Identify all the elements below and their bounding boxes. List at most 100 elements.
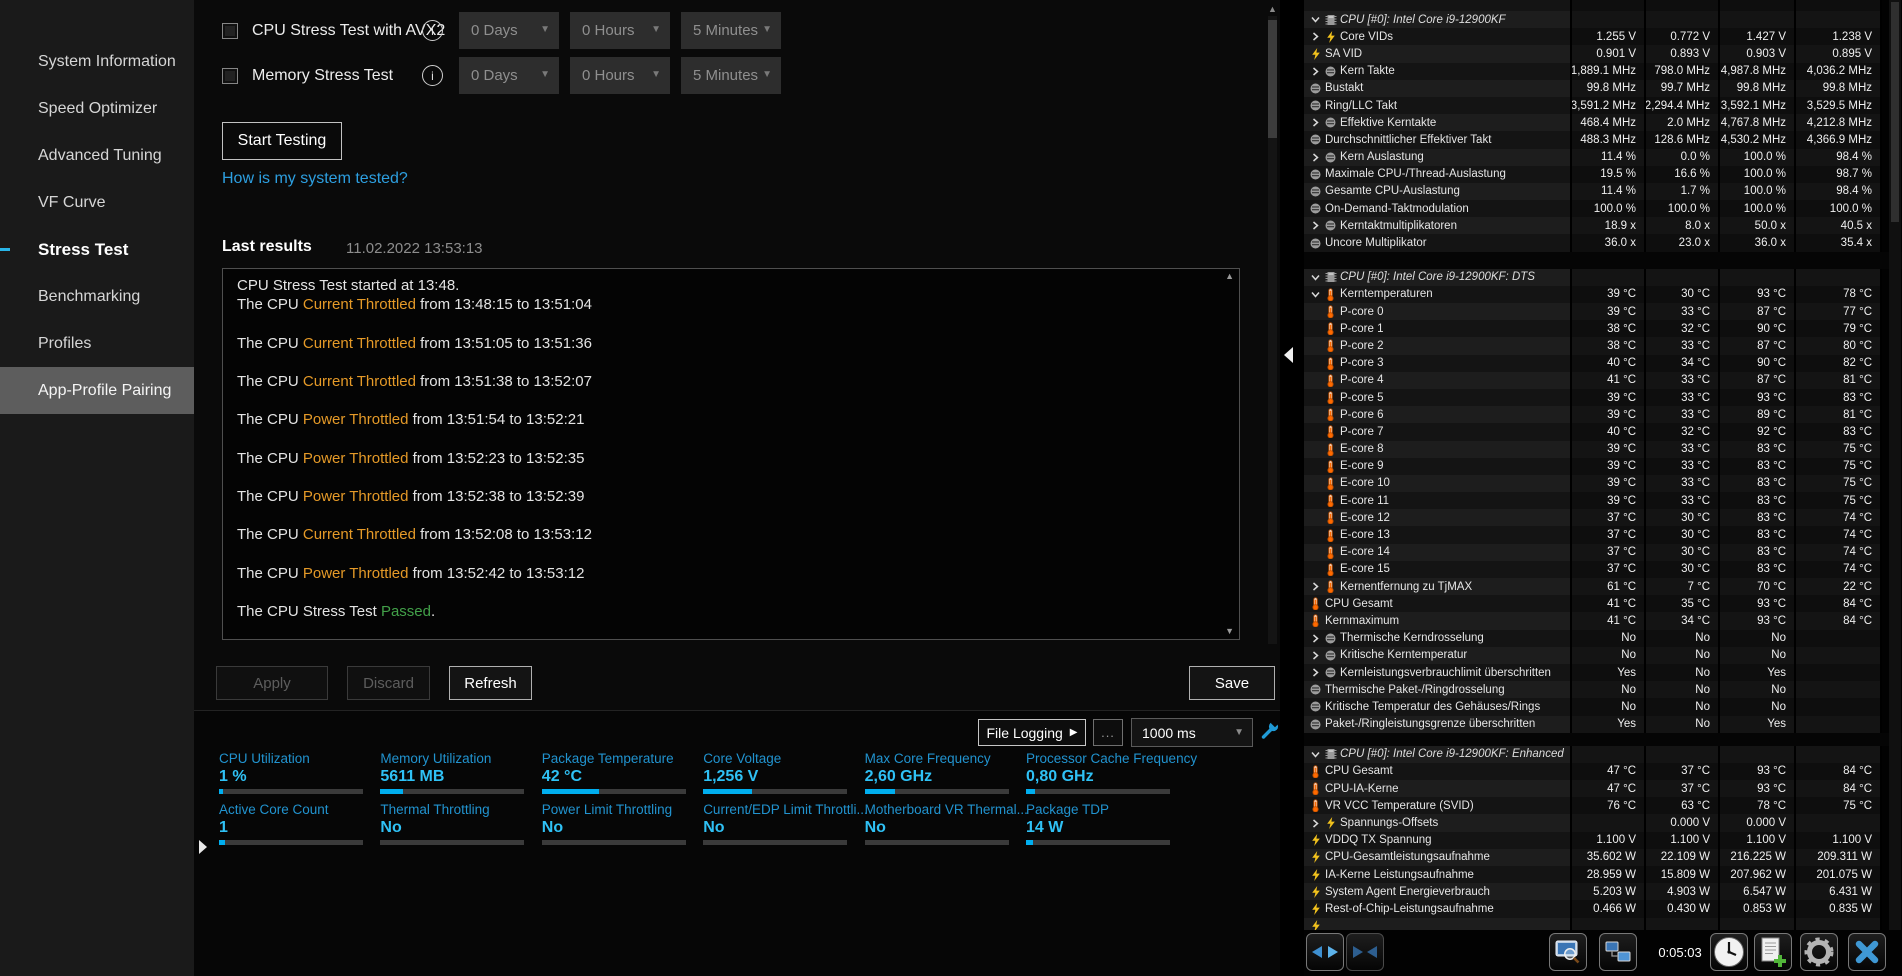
sensor-row[interactable]: E-core 939 °C33 °C83 °C75 °C	[1304, 458, 1902, 475]
sidebar-item-vf-curve[interactable]: VF Curve	[0, 179, 194, 226]
chevron-slot[interactable]	[1308, 274, 1323, 281]
sensor-row[interactable]: On-Demand-Taktmodulation100.0 %100.0 %10…	[1304, 200, 1902, 217]
chevron-slot[interactable]	[1308, 153, 1323, 162]
sensor-row[interactable]: Kernentfernung zu TjMAX61 °C7 °C70 °C22 …	[1304, 578, 1902, 595]
sensor-row[interactable]: Kern Takte1,889.1 MHz798.0 MHz4,987.8 MH…	[1304, 63, 1902, 80]
sidebar-item-advanced-tuning[interactable]: Advanced Tuning	[0, 132, 194, 179]
sensor-row[interactable]: E-core 1437 °C30 °C83 °C74 °C	[1304, 544, 1902, 561]
sensor-row[interactable]	[1304, 918, 1902, 930]
sensor-row[interactable]: Kern Auslastung11.4 %0.0 %100.0 %98.4 %	[1304, 149, 1902, 166]
chevron-slot[interactable]	[1308, 221, 1323, 230]
remote-monitoring-button[interactable]	[1599, 933, 1637, 971]
hours-select[interactable]: 0 Hours▼	[570, 12, 670, 49]
sensor-row[interactable]: CPU Gesamt47 °C37 °C93 °C84 °C	[1304, 763, 1902, 780]
sensor-row[interactable]: Thermische KerndrosselungNoNoNo	[1304, 630, 1902, 647]
sensor-row[interactable]: Kritische KerntemperaturNoNoNo	[1304, 647, 1902, 664]
page-scroll-up-icon[interactable]: ▲	[1268, 4, 1277, 14]
logging-options-button[interactable]: ...	[1093, 719, 1123, 746]
wrench-icon[interactable]	[1260, 720, 1280, 745]
sidebar-item-profiles[interactable]: Profiles	[0, 320, 194, 367]
info-icon[interactable]: i	[422, 65, 443, 86]
clock-button[interactable]	[1710, 933, 1748, 971]
collapse-columns-button[interactable]	[1346, 933, 1384, 971]
sensor-row[interactable]: CPU Gesamt41 °C35 °C93 °C84 °C	[1304, 595, 1902, 612]
chevron-slot[interactable]	[1308, 32, 1323, 41]
refresh-button[interactable]: Refresh	[449, 666, 532, 700]
sensor-row[interactable]: Paket-/Ringleistungsgrenze überschritten…	[1304, 716, 1902, 733]
sensor-row[interactable]: Kerntaktmultiplikatoren18.9 x8.0 x50.0 x…	[1304, 217, 1902, 234]
sidebar-item-stress-test[interactable]: Stress Test	[0, 226, 194, 273]
test-checkbox[interactable]	[222, 68, 238, 84]
sensor-scrollbar[interactable]	[1889, 0, 1901, 930]
logging-report-button[interactable]	[1754, 933, 1792, 971]
sensor-row[interactable]: P-core 039 °C33 °C87 °C77 °C	[1304, 303, 1902, 320]
sensor-row[interactable]: IA-Kerne Leistungsaufnahme28.959 W15.809…	[1304, 866, 1902, 883]
sensor-row[interactable]: P-core 639 °C33 °C89 °C81 °C	[1304, 406, 1902, 423]
sensor-section-header[interactable]: CPU [#0]: Intel Core i9-12900KF	[1304, 11, 1902, 28]
sensor-row[interactable]: VDDQ TX Spannung1.100 V1.100 V1.100 V1.1…	[1304, 832, 1902, 849]
sensor-row[interactable]: P-core 441 °C33 °C87 °C81 °C	[1304, 372, 1902, 389]
sensor-row[interactable]: P-core 740 °C32 °C92 °C83 °C	[1304, 423, 1902, 440]
discard-button[interactable]: Discard	[347, 666, 430, 700]
sensor-row[interactable]: Kerntemperaturen39 °C30 °C93 °C78 °C	[1304, 286, 1902, 303]
info-icon[interactable]: i	[422, 20, 443, 41]
minutes-select[interactable]: 5 Minutes▼	[681, 12, 781, 49]
chevron-slot[interactable]	[1308, 16, 1323, 23]
file-logging-button[interactable]: File Logging ▶	[978, 719, 1086, 746]
start-testing-button[interactable]: Start Testing	[222, 122, 342, 160]
sensor-row[interactable]: P-core 138 °C32 °C90 °C79 °C	[1304, 320, 1902, 337]
sensor-row[interactable]: E-core 1039 °C33 °C83 °C75 °C	[1304, 475, 1902, 492]
sensor-row[interactable]: Effektive Kerntakte468.4 MHz2.0 MHz4,767…	[1304, 114, 1902, 131]
sidebar-item-speed-optimizer[interactable]: Speed Optimizer	[0, 85, 194, 132]
days-select[interactable]: 0 Days▼	[459, 57, 559, 94]
sensor-row[interactable]: E-core 1237 °C30 °C83 °C74 °C	[1304, 509, 1902, 526]
sensor-row[interactable]: CPU-IA-Kerne47 °C37 °C93 °C84 °C	[1304, 780, 1902, 797]
chevron-slot[interactable]	[1308, 751, 1323, 758]
sensor-section-header[interactable]: CPU [#0]: Intel Core i9-12900KF: Enhance…	[1304, 746, 1902, 763]
sidebar-item-benchmarking[interactable]: Benchmarking	[0, 273, 194, 320]
sidebar-item-app-profile-pairing[interactable]: App-Profile Pairing	[0, 367, 194, 414]
chevron-slot[interactable]	[1308, 291, 1323, 298]
page-scrollbar[interactable]	[1268, 16, 1277, 644]
sensor-row[interactable]: E-core 839 °C33 °C83 °C75 °C	[1304, 441, 1902, 458]
days-select[interactable]: 0 Days▼	[459, 12, 559, 49]
sensor-row[interactable]: E-core 1337 °C30 °C83 °C74 °C	[1304, 526, 1902, 543]
sensor-row[interactable]: Bustakt99.8 MHz99.7 MHz99.8 MHz99.8 MHz	[1304, 80, 1902, 97]
chevron-slot[interactable]	[1308, 668, 1323, 677]
sensor-row[interactable]: P-core 340 °C34 °C90 °C82 °C	[1304, 355, 1902, 372]
minutes-select[interactable]: 5 Minutes▼	[681, 57, 781, 94]
sensor-row[interactable]: P-core 539 °C33 °C93 °C83 °C	[1304, 389, 1902, 406]
sensor-row[interactable]: SA VID0.901 V0.893 V0.903 V0.895 V	[1304, 45, 1902, 62]
sensor-row[interactable]: Core VIDs1.255 V0.772 V1.427 V1.238 V	[1304, 28, 1902, 45]
sensor-row[interactable]: Maximale CPU-/Thread-Auslastung19.5 %16.…	[1304, 166, 1902, 183]
chevron-slot[interactable]	[1308, 582, 1323, 591]
sensor-row[interactable]: Spannungs-Offsets0.000 V0.000 V	[1304, 814, 1902, 831]
sensor-row[interactable]: CPU-Gesamtleistungsaufnahme35.602 W22.10…	[1304, 849, 1902, 866]
apply-button[interactable]: Apply	[216, 666, 328, 700]
chevron-slot[interactable]	[1308, 634, 1323, 643]
scroll-up-icon[interactable]: ▲	[1225, 272, 1234, 281]
sensor-row[interactable]: P-core 238 °C33 °C87 °C80 °C	[1304, 337, 1902, 354]
polling-interval-select[interactable]: 1000 ms ▼	[1131, 718, 1253, 747]
scroll-down-icon[interactable]: ▼	[1225, 627, 1234, 636]
screen-capture-button[interactable]	[1549, 933, 1587, 971]
sidebar-item-system-information[interactable]: System Information	[0, 38, 194, 85]
expand-right-handle[interactable]	[199, 840, 207, 854]
sensor-row[interactable]: Kernmaximum41 °C34 °C93 °C84 °C	[1304, 612, 1902, 629]
sensor-row[interactable]: Durchschnittlicher Effektiver Takt488.3 …	[1304, 131, 1902, 148]
sensor-section-header[interactable]: CPU [#0]: Intel Core i9-12900KF: DTS	[1304, 269, 1902, 286]
chevron-slot[interactable]	[1308, 118, 1323, 127]
sensor-row[interactable]: E-core 1537 °C30 °C83 °C74 °C	[1304, 561, 1902, 578]
close-button[interactable]	[1848, 933, 1886, 971]
sensor-row[interactable]: Kritische Temperatur des Gehäuses/RingsN…	[1304, 698, 1902, 715]
save-button[interactable]: Save	[1189, 666, 1275, 700]
how-tested-link[interactable]: How is my system tested?	[222, 170, 408, 188]
sensor-row[interactable]: VR VCC Temperature (SVID)76 °C63 °C78 °C…	[1304, 797, 1902, 814]
sensor-row[interactable]: Gesamte CPU-Auslastung11.4 %1.7 %100.0 %…	[1304, 183, 1902, 200]
sensor-row[interactable]: System Agent Energieverbrauch5.203 W4.90…	[1304, 883, 1902, 900]
hours-select[interactable]: 0 Hours▼	[570, 57, 670, 94]
test-checkbox[interactable]	[222, 23, 238, 39]
sensor-row[interactable]: Thermische Paket-/RingdrosselungNoNoNo	[1304, 681, 1902, 698]
sensor-row[interactable]: E-core 1139 °C33 °C83 °C75 °C	[1304, 492, 1902, 509]
sensor-row[interactable]: Ring/LLC Takt3,591.2 MHz2,294.4 MHz3,592…	[1304, 97, 1902, 114]
